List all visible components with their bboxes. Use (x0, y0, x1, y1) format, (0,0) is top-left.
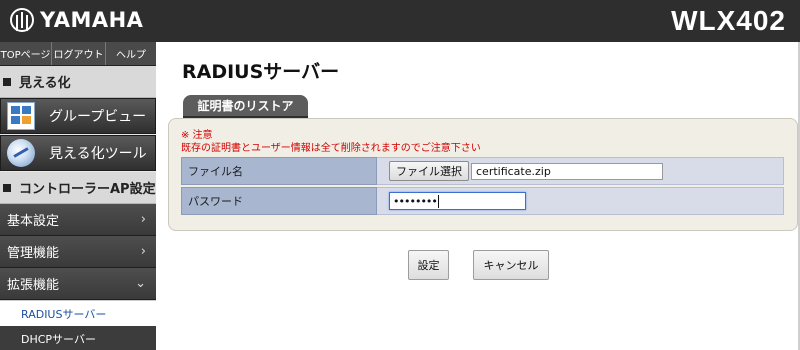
warning-message: 既存の証明書とユーザー情報は全て削除されますのでご注意下さい (181, 143, 481, 154)
square-bullet-icon (3, 183, 11, 192)
group-view-label: グループビュー (49, 109, 147, 125)
warning-title: ※ 注意 (181, 130, 213, 141)
file-row: ファイル名 ファイル選択 certificate.zip (181, 157, 784, 185)
chevron-right-icon: › (140, 244, 146, 259)
password-mask: •••••••• (393, 194, 438, 208)
help-link[interactable]: ヘルプ (106, 42, 156, 65)
group-view-icon (7, 102, 35, 130)
text-caret (437, 194, 439, 208)
warning-notice: ※ 注意 既存の証明書とユーザー情報は全て削除されますのでご注意下さい (181, 129, 481, 155)
password-row: パスワード •••••••• (181, 187, 784, 215)
sidebar-item-label: 管理機能 (7, 246, 60, 261)
choose-file-button[interactable]: ファイル選択 (389, 161, 469, 181)
sidebar-item-extensions[interactable]: 拡張機能 ⌄ (0, 268, 156, 300)
square-bullet-icon (3, 77, 11, 86)
visualize-tool-label: 見える化ツール (49, 146, 147, 162)
page-title: RADIUSサーバー (182, 61, 340, 83)
model-name: WLX402 (671, 5, 786, 36)
yamaha-logo: YAMAHA (10, 8, 143, 32)
password-value-cell: •••••••• (377, 187, 784, 215)
sidebar-item-management[interactable]: 管理機能 › (0, 236, 156, 268)
visualize-heading-label: 見える化 (19, 76, 71, 91)
sidebar-subitem-radius-server[interactable]: RADIUSサーバー (0, 300, 156, 326)
main-content: RADIUSサーバー 証明書のリストア ※ 注意 既存の証明書とユーザー情報は全… (156, 42, 800, 350)
sidebar: TOPページ ログアウト ヘルプ 見える化 グループビュー 見える化ツール コン… (0, 42, 156, 350)
tuning-fork-logo-icon (10, 8, 34, 32)
cancel-button[interactable]: キャンセル (473, 250, 549, 280)
file-name-field[interactable]: certificate.zip (471, 162, 663, 180)
sidebar-item-label: 拡張機能 (7, 278, 60, 293)
controller-heading-label: コントローラーAP設定 (19, 182, 156, 197)
password-label: パスワード (181, 187, 377, 215)
sidebar-item-basic-settings[interactable]: 基本設定 › (0, 204, 156, 236)
visualize-tool-icon (7, 139, 35, 167)
visualize-tool-button[interactable]: 見える化ツール (0, 135, 156, 171)
file-value-cell: ファイル選択 certificate.zip (377, 157, 784, 185)
chevron-down-icon: ⌄ (135, 276, 146, 291)
visualize-section-heading: 見える化 (0, 66, 156, 98)
top-page-link[interactable]: TOPページ (0, 42, 52, 65)
tab-certificate-restore[interactable]: 証明書のリストア (183, 95, 308, 118)
restore-panel: ※ 注意 既存の証明書とユーザー情報は全て削除されますのでご注意下さい ファイル… (168, 118, 798, 231)
sidebar-item-label: 基本設定 (7, 214, 60, 229)
logout-link[interactable]: ログアウト (52, 42, 106, 65)
controller-section-heading: コントローラーAP設定 (0, 172, 156, 204)
restore-form: ファイル名 ファイル選択 certificate.zip パスワード •••••… (181, 157, 784, 217)
password-field[interactable]: •••••••• (389, 192, 526, 210)
top-nav: TOPページ ログアウト ヘルプ (0, 42, 156, 66)
save-button[interactable]: 設定 (408, 250, 449, 280)
chevron-right-icon: › (140, 212, 146, 227)
brand-name: YAMAHA (40, 8, 144, 32)
sidebar-subitem-dhcp-server[interactable]: DHCPサーバー (0, 326, 156, 350)
app-header: YAMAHA WLX402 (0, 0, 800, 42)
file-label: ファイル名 (181, 157, 377, 185)
group-view-button[interactable]: グループビュー (0, 98, 156, 134)
